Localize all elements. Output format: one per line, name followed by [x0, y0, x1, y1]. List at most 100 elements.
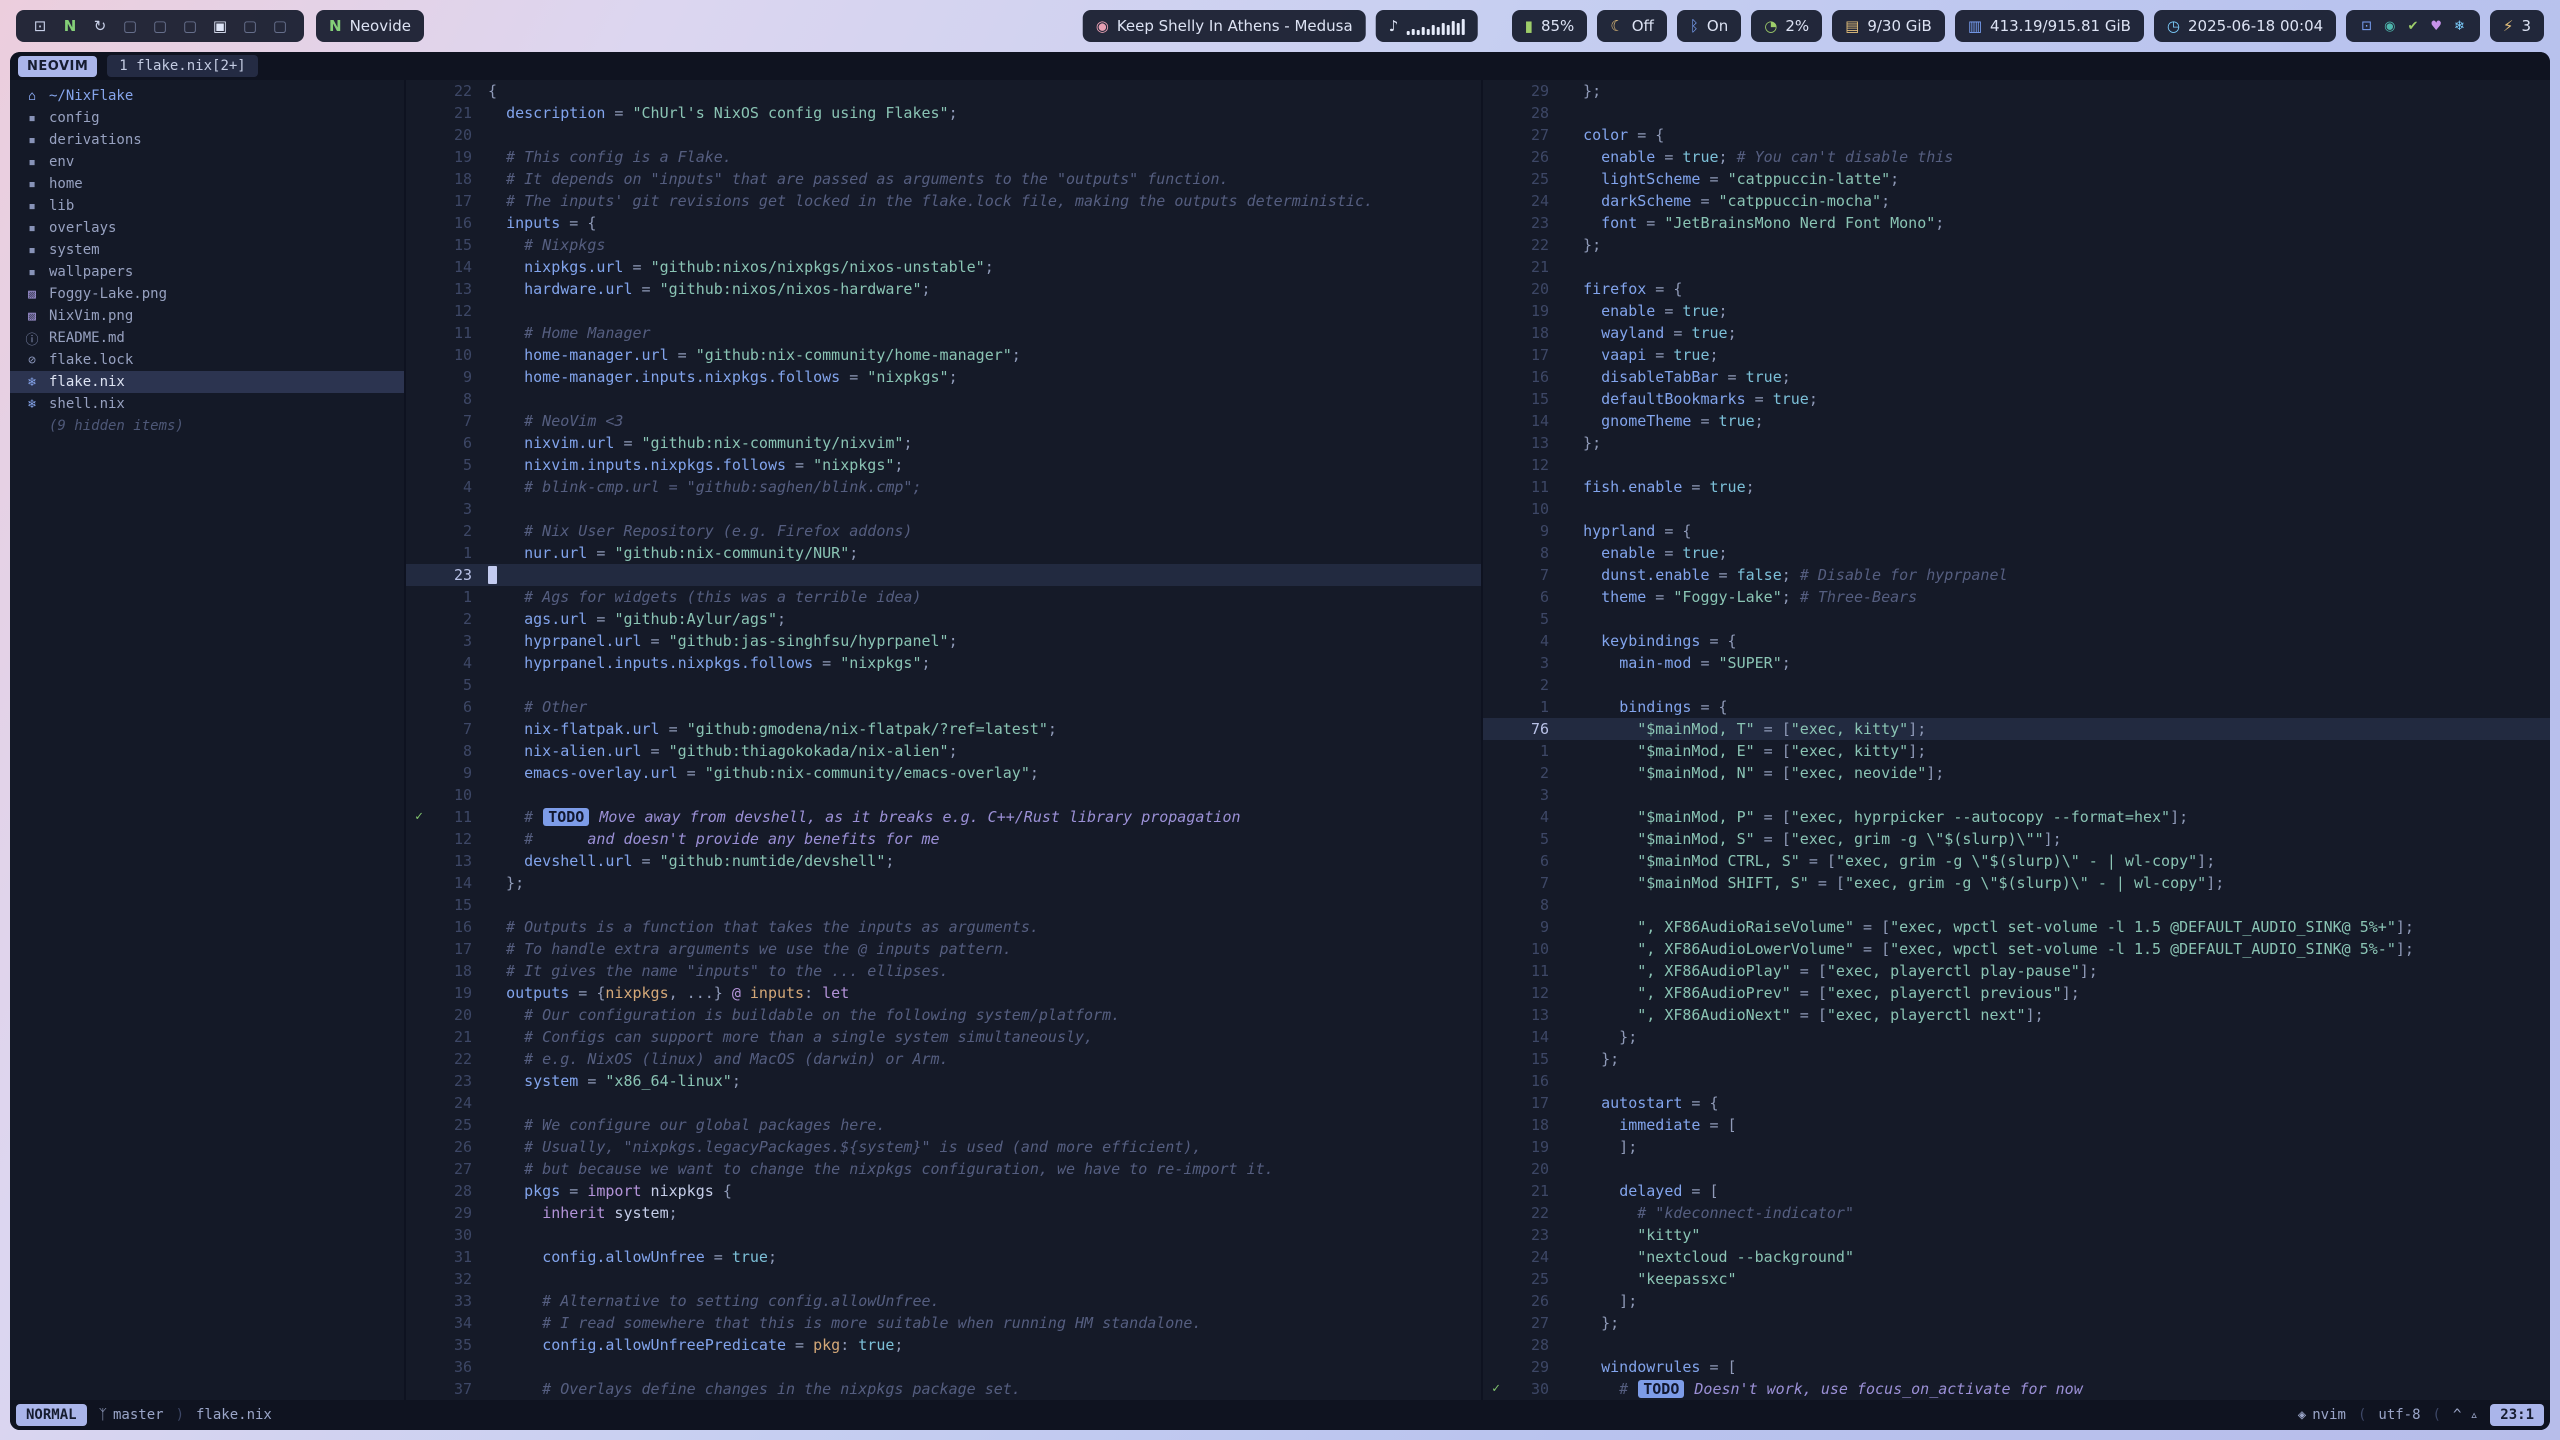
code-line[interactable]: 11 # Home Manager [406, 322, 1481, 344]
code-line[interactable]: 29 windowrules = [ [1483, 1356, 2550, 1378]
code-line[interactable]: 1 # Ags for widgets (this was a terrible… [406, 586, 1481, 608]
code-line[interactable]: 17 vaapi = true; [1483, 344, 2550, 366]
tree-item-env[interactable]: ▪env [10, 151, 404, 173]
code-line[interactable]: 18 # It depends on "inputs" that are pas… [406, 168, 1481, 190]
code-line[interactable]: 9 ", XF86AudioRaiseVolume" = ["exec, wpc… [1483, 916, 2550, 938]
tree-item-nixvim-png[interactable]: ▨NixVim.png [10, 305, 404, 327]
code-line[interactable]: 16 inputs = { [406, 212, 1481, 234]
code-line[interactable]: 18 wayland = true; [1483, 322, 2550, 344]
code-line[interactable]: 31 config.allowUnfree = true; [406, 1246, 1481, 1268]
tree-item-system[interactable]: ▪system [10, 239, 404, 261]
code-line[interactable]: 27 }; [1483, 1312, 2550, 1334]
code-line[interactable]: 37 # Overlays define changes in the nixp… [406, 1378, 1481, 1400]
workspace-active-icon[interactable]: ▣ [209, 17, 231, 35]
idle-inhibitor-pill[interactable]: ☾Off [1597, 10, 1667, 42]
code-line[interactable]: 11 fish.enable = true; [1483, 476, 2550, 498]
code-line[interactable]: 19 outputs = {nixpkgs, ...} @ inputs: le… [406, 982, 1481, 1004]
code-line[interactable]: 3 hyprpanel.url = "github:jas-singhfsu/h… [406, 630, 1481, 652]
code-line[interactable]: 1 "$mainMod, E" = ["exec, kitty"]; [1483, 740, 2550, 762]
code-line[interactable]: 3 main-mod = "SUPER"; [1483, 652, 2550, 674]
code-line[interactable]: 17 # The inputs' git revisions get locke… [406, 190, 1481, 212]
code-line[interactable]: 19 ]; [1483, 1136, 2550, 1158]
code-line[interactable]: 10 ", XF86AudioLowerVolume" = ["exec, wp… [1483, 938, 2550, 960]
code-line[interactable]: 11 ", XF86AudioPlay" = ["exec, playerctl… [1483, 960, 2550, 982]
code-line[interactable]: 5 nixvim.inputs.nixpkgs.follows = "nixpk… [406, 454, 1481, 476]
code-line[interactable]: 2 "$mainMod, N" = ["exec, neovide"]; [1483, 762, 2550, 784]
refresh-icon[interactable]: ↻ [89, 17, 111, 35]
code-line[interactable]: 18 # It gives the name "inputs" to the .… [406, 960, 1481, 982]
code-line[interactable]: 6 "$mainMod CTRL, S" = ["exec, grim -g \… [1483, 850, 2550, 872]
code-line[interactable]: 28 [1483, 1334, 2550, 1356]
code-line[interactable]: 4 keybindings = { [1483, 630, 2550, 652]
code-line[interactable]: 19 enable = true; [1483, 300, 2550, 322]
code-line[interactable]: 7 # NeoVim <3 [406, 410, 1481, 432]
code-line[interactable]: 10 [1483, 498, 2550, 520]
code-line[interactable]: 15 [406, 894, 1481, 916]
memory-pill[interactable]: ▤9/30 GiB [1832, 10, 1945, 42]
code-line[interactable]: 16 [1483, 1070, 2550, 1092]
code-line[interactable]: 23 [406, 564, 1481, 586]
code-line[interactable]: 3 [406, 498, 1481, 520]
code-line[interactable]: 32 [406, 1268, 1481, 1290]
code-line[interactable]: 12 ", XF86AudioPrev" = ["exec, playerctl… [1483, 982, 2550, 1004]
nix-tray-icon[interactable]: ❄ [2454, 19, 2465, 34]
code-line[interactable]: 27 color = { [1483, 124, 2550, 146]
code-line[interactable]: 24 [406, 1092, 1481, 1114]
workspace-icon[interactable]: ▢ [239, 17, 261, 35]
code-line[interactable]: 14 gnomeTheme = true; [1483, 410, 2550, 432]
code-line[interactable]: 6 # Other [406, 696, 1481, 718]
code-line[interactable]: 21 [1483, 256, 2550, 278]
code-line[interactable]: 18 immediate = [ [1483, 1114, 2550, 1136]
code-line[interactable]: 2 ags.url = "github:Aylur/ags"; [406, 608, 1481, 630]
code-line[interactable]: 7 "$mainMod SHIFT, S" = ["exec, grim -g … [1483, 872, 2550, 894]
code-line[interactable]: 6 theme = "Foggy-Lake"; # Three-Bears [1483, 586, 2550, 608]
code-line[interactable]: 23 system = "x86_64-linux"; [406, 1070, 1481, 1092]
tree-item-foggy-lake-png[interactable]: ▨Foggy-Lake.png [10, 283, 404, 305]
nextcloud-icon[interactable]: ◉ [2384, 19, 2395, 34]
code-line[interactable]: 8 [1483, 894, 2550, 916]
code-line[interactable]: 8 [406, 388, 1481, 410]
code-line[interactable]: 23 font = "JetBrainsMono Nerd Font Mono"… [1483, 212, 2550, 234]
code-line[interactable]: 4 "$mainMod, P" = ["exec, hyprpicker --a… [1483, 806, 2550, 828]
code-line[interactable]: 7 nix-flatpak.url = "github:gmodena/nix-… [406, 718, 1481, 740]
code-line[interactable]: 33 # Alternative to setting config.allow… [406, 1290, 1481, 1312]
code-line[interactable]: 16 disableTabBar = true; [1483, 366, 2550, 388]
code-line[interactable]: 26 ]; [1483, 1290, 2550, 1312]
code-line[interactable]: 36 [406, 1356, 1481, 1378]
code-line[interactable]: 17 autostart = { [1483, 1092, 2550, 1114]
code-line[interactable]: 8 enable = true; [1483, 542, 2550, 564]
tree-item-overlays[interactable]: ▪overlays [10, 217, 404, 239]
code-line[interactable]: 2 # Nix User Repository (e.g. Firefox ad… [406, 520, 1481, 542]
code-line[interactable]: 13 ", XF86AudioNext" = ["exec, playerctl… [1483, 1004, 2550, 1026]
code-line[interactable]: 35 config.allowUnfreePredicate = pkg: tr… [406, 1334, 1481, 1356]
code-line[interactable]: 22 # "kdeconnect-indicator" [1483, 1202, 2550, 1224]
code-line[interactable]: 3 [1483, 784, 2550, 806]
tree-item-home[interactable]: ▪home [10, 173, 404, 195]
code-line[interactable]: 6 nixvim.url = "github:nix-community/nix… [406, 432, 1481, 454]
code-line[interactable]: 29 inherit system; [406, 1202, 1481, 1224]
workspace-icon[interactable]: ▢ [149, 17, 171, 35]
code-line[interactable]: 14 nixpkgs.url = "github:nixos/nixpkgs/n… [406, 256, 1481, 278]
code-line[interactable]: 20 [1483, 1158, 2550, 1180]
battery-pill[interactable]: ▮85% [1512, 10, 1588, 42]
code-line[interactable]: 28 pkgs = import nixpkgs { [406, 1180, 1481, 1202]
code-line[interactable]: ✓11 # TODO Move away from devshell, as i… [406, 806, 1481, 828]
clock-pill[interactable]: ◷2025-06-18 00:04 [2154, 10, 2336, 42]
code-line[interactable]: 16 # Outputs is a function that takes th… [406, 916, 1481, 938]
code-line[interactable]: 15 # Nixpkgs [406, 234, 1481, 256]
terminal-icon[interactable]: ⊡ [29, 17, 51, 35]
code-line[interactable]: 34 # I read somewhere that this is more … [406, 1312, 1481, 1334]
tree-item-lib[interactable]: ▪lib [10, 195, 404, 217]
neovide-pill[interactable]: N Neovide [316, 10, 424, 42]
code-line[interactable]: ✓30 # TODO Doesn't work, use focus_on_ac… [1483, 1378, 2550, 1400]
tree-item--nixflake[interactable]: ⌂~/NixFlake [10, 85, 404, 107]
code-line[interactable]: 25 lightScheme = "catppuccin-latte"; [1483, 168, 2550, 190]
code-line[interactable]: 4 # blink-cmp.url = "github:saghen/blink… [406, 476, 1481, 498]
tree-item-wallpapers[interactable]: ▪wallpapers [10, 261, 404, 283]
code-line[interactable]: 12 [406, 300, 1481, 322]
code-line[interactable]: 26 # Usually, "nixpkgs.legacyPackages.${… [406, 1136, 1481, 1158]
code-line[interactable]: 19 # This config is a Flake. [406, 146, 1481, 168]
tree-item-derivations[interactable]: ▪derivations [10, 129, 404, 151]
code-line[interactable]: 20 firefox = { [1483, 278, 2550, 300]
code-line[interactable]: 14 }; [406, 872, 1481, 894]
